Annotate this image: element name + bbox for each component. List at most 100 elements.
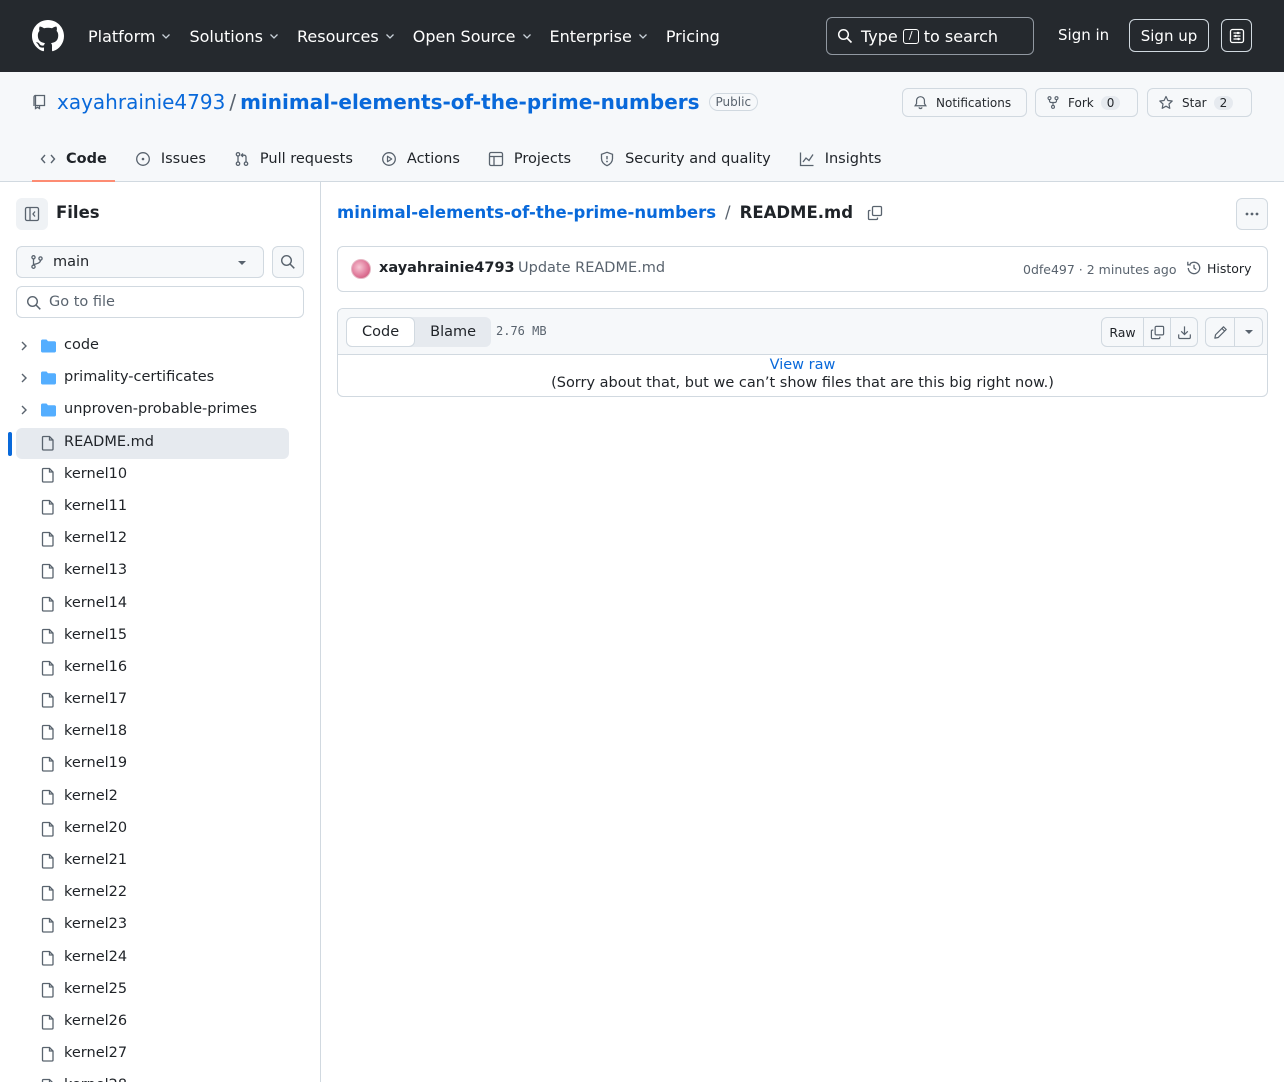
tab-code[interactable]: Code [32, 136, 115, 182]
nav-open-source[interactable]: Open Source [413, 27, 532, 46]
tree-item-label: kernel26 [64, 1012, 128, 1029]
go-to-file-input[interactable]: Go to file [16, 286, 304, 318]
tree-file-item[interactable]: kernel28 [0, 1070, 320, 1082]
chevron-right-icon[interactable] [18, 340, 30, 352]
sign-in-link[interactable]: Sign in [1058, 26, 1109, 44]
edit-file-button[interactable] [1206, 318, 1234, 346]
star-label: Star [1182, 95, 1207, 110]
tree-file-item[interactable]: kernel18 [0, 716, 320, 748]
tree-file-item[interactable]: kernel16 [0, 652, 320, 684]
github-logo-icon[interactable] [32, 20, 64, 52]
tree-item-label: kernel13 [64, 562, 128, 579]
chevron-down-icon [162, 34, 171, 39]
notifications-label: Notifications [936, 95, 1012, 110]
tab-security[interactable]: Security and quality [591, 136, 779, 182]
star-button[interactable]: Star 2 [1147, 88, 1252, 117]
fork-button[interactable]: Fork 0 [1035, 88, 1138, 117]
tree-file-item[interactable]: kernel10 [0, 459, 320, 491]
tree-file-item[interactable]: kernel13 [0, 555, 320, 587]
chevron-right-icon[interactable] [18, 372, 30, 384]
nav-pricing[interactable]: Pricing [666, 27, 720, 46]
copy-icon[interactable] [867, 205, 883, 221]
table-icon [488, 151, 504, 167]
sign-up-button[interactable]: Sign up [1129, 19, 1209, 52]
tree-file-item[interactable]: kernel26 [0, 1006, 320, 1038]
raw-button[interactable]: Raw [1102, 318, 1143, 346]
nav-resources[interactable]: Resources [297, 27, 395, 46]
tree-file-item[interactable]: kernel27 [0, 1038, 320, 1070]
file-tree: code primality-certificates unproven-proba… [0, 330, 320, 1082]
view-raw-link[interactable]: View raw [338, 357, 1267, 373]
tree-file-item[interactable]: kernel25 [0, 974, 320, 1006]
sidebar-title: Files [56, 203, 100, 222]
tree-file-item[interactable]: kernel17 [0, 684, 320, 716]
commit-message-link[interactable]: Update README.md [518, 260, 665, 276]
branch-selector[interactable]: main [16, 246, 264, 278]
tree-file-item[interactable]: kernel19 [0, 748, 320, 780]
tab-insights[interactable]: Insights [791, 136, 890, 182]
nav-enterprise[interactable]: Enterprise [550, 27, 648, 46]
repo-name-link[interactable]: minimal-elements-of-the-prime-numbers [240, 90, 699, 114]
nav-platform[interactable]: Platform [88, 27, 171, 46]
tree-file-item[interactable]: kernel11 [0, 491, 320, 523]
search-icon [26, 295, 41, 310]
blame-view-button[interactable]: Blame [415, 317, 491, 347]
tree-file-item[interactable]: kernel21 [0, 845, 320, 877]
tree-file-item[interactable]: kernel15 [0, 620, 320, 652]
nav-solutions[interactable]: Solutions [189, 27, 279, 46]
tree-item-label: code [64, 337, 99, 353]
tree-file-item[interactable]: README.md [0, 427, 320, 459]
tree-folder-item[interactable]: unproven-probable-primes [0, 394, 320, 426]
file-icon [41, 692, 54, 708]
search-prefix: Type [861, 26, 898, 46]
search-suffix: to search [923, 26, 999, 46]
commit-author-link[interactable]: xayahrainie4793 [379, 260, 515, 276]
tree-file-item[interactable]: kernel2 [0, 781, 320, 813]
global-search-button[interactable]: Type / to search [826, 17, 1034, 55]
tab-issues[interactable]: Issues [127, 136, 214, 182]
tab-actions[interactable]: Actions [373, 136, 468, 182]
copy-raw-button[interactable] [1143, 318, 1170, 346]
tree-folder-item[interactable]: primality-certificates [0, 362, 320, 394]
tree-item-label: kernel19 [64, 755, 128, 772]
visibility-badge: Public [708, 93, 759, 111]
search-files-button[interactable] [272, 246, 304, 278]
tree-item-label: kernel18 [64, 723, 128, 740]
bell-icon [914, 96, 927, 110]
tree-file-item[interactable]: kernel14 [0, 588, 320, 620]
chevron-right-icon[interactable] [18, 404, 30, 416]
tree-item-label: kernel23 [64, 916, 128, 933]
download-raw-button[interactable] [1170, 318, 1197, 346]
file-icon [41, 918, 54, 934]
tree-file-item[interactable]: kernel12 [0, 523, 320, 555]
folder-icon [41, 339, 56, 353]
tree-file-item[interactable]: kernel24 [0, 942, 320, 974]
appearance-settings-button[interactable] [1221, 19, 1252, 52]
tab-projects[interactable]: Projects [480, 136, 579, 182]
edit-options-dropdown[interactable] [1234, 318, 1262, 346]
tab-pull-requests[interactable]: Pull requests [226, 136, 361, 182]
notifications-button[interactable]: Notifications [902, 88, 1027, 117]
commit-meta[interactable]: 0dfe497 · 2 minutes ago [1023, 262, 1177, 277]
file-icon [41, 467, 54, 483]
file-icon [41, 564, 54, 579]
file-icon [41, 725, 54, 740]
tree-item-label: primality-certificates [64, 369, 215, 386]
repo-owner-link[interactable]: xayahrainie4793 [57, 90, 225, 114]
code-view-button[interactable]: Code [346, 317, 416, 347]
collapse-sidebar-button[interactable] [16, 198, 48, 230]
tree-file-item[interactable]: kernel23 [0, 909, 320, 941]
tree-file-item[interactable]: kernel20 [0, 813, 320, 845]
more-options-button[interactable] [1236, 198, 1268, 230]
tree-file-item[interactable]: kernel22 [0, 877, 320, 909]
tree-folder-item[interactable]: code [0, 330, 320, 362]
search-shortcut-key: / [902, 28, 919, 44]
folder-icon [41, 371, 56, 385]
breadcrumb-repo-link[interactable]: minimal-elements-of-the-prime-numbers [337, 203, 716, 222]
tree-item-label: kernel22 [64, 884, 128, 901]
tree-item-label: kernel27 [64, 1045, 128, 1062]
file-icon [41, 789, 54, 805]
chevron-down-icon [638, 34, 647, 39]
history-button[interactable]: History [1186, 260, 1251, 276]
avatar[interactable] [351, 259, 371, 279]
